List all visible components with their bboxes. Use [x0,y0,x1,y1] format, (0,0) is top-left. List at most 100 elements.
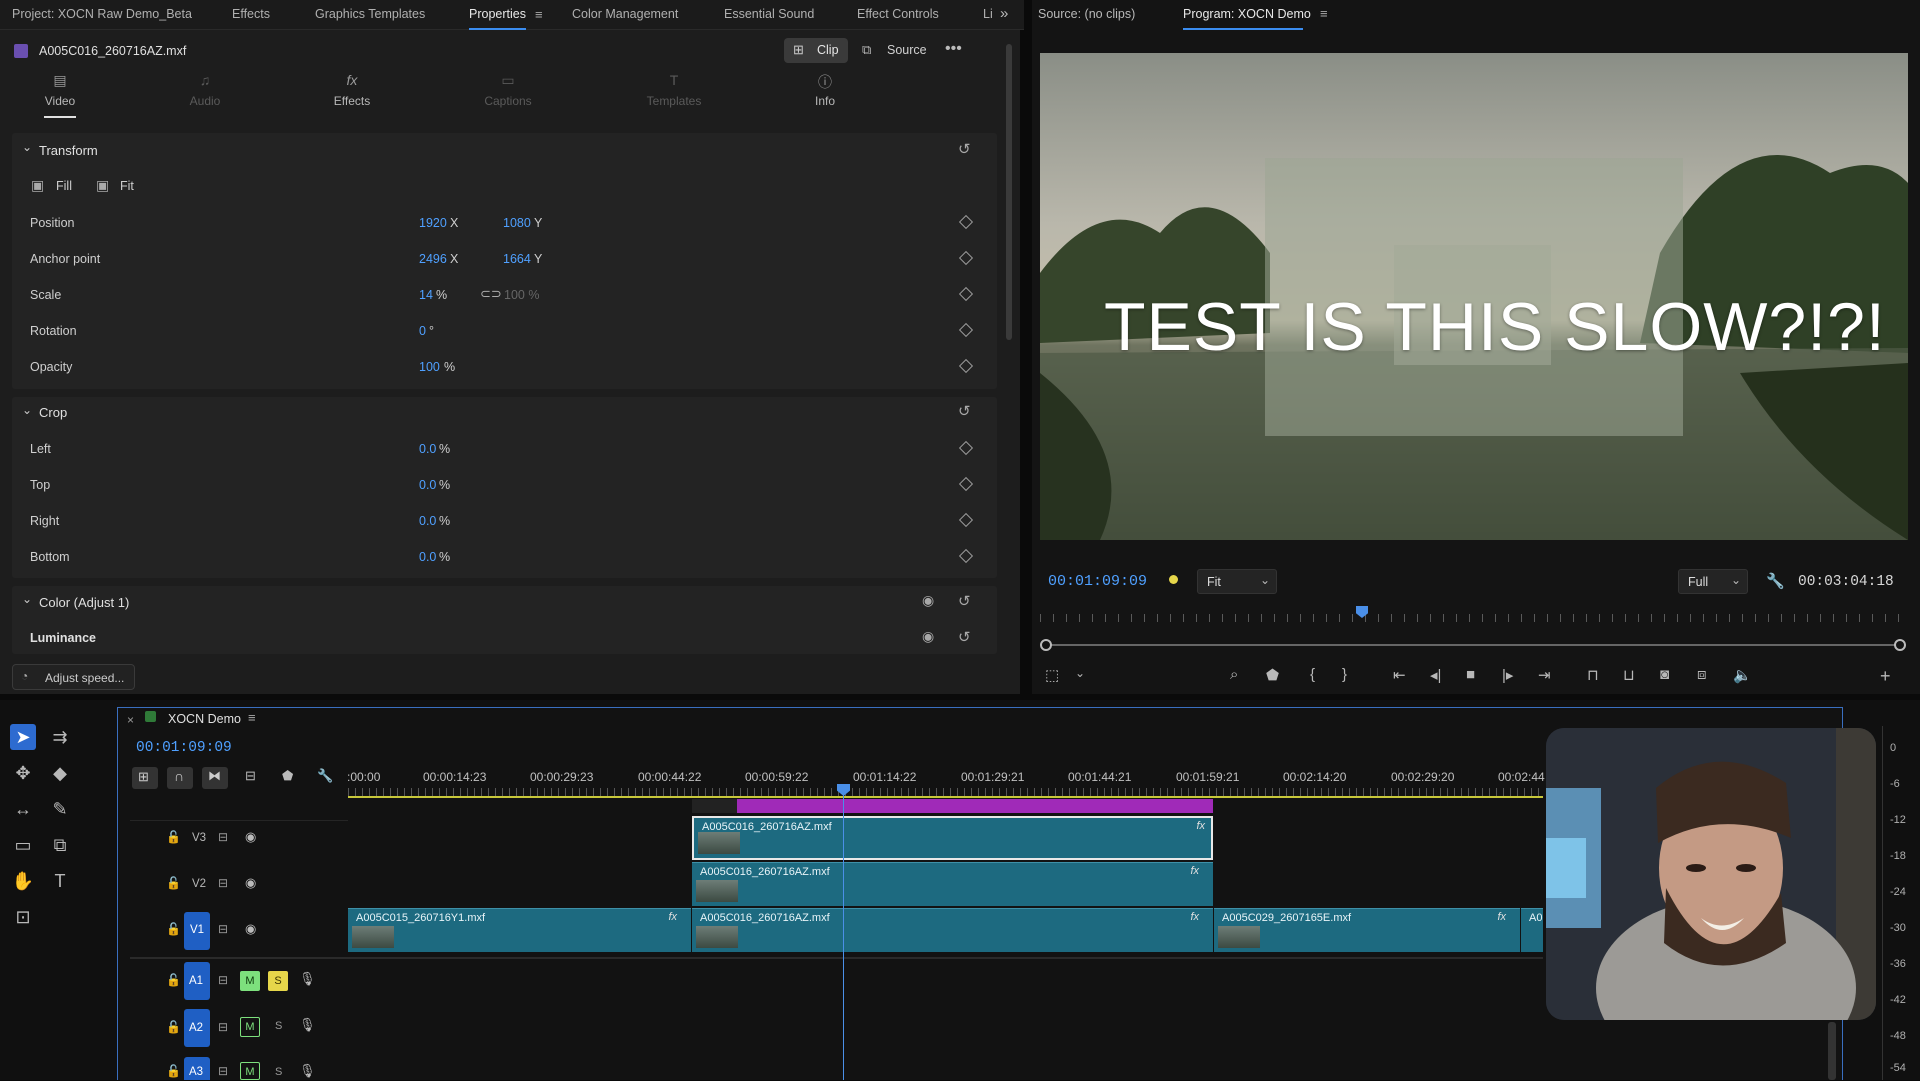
sync-lock-icon[interactable]: ⊟ [218,876,228,890]
tab-audio[interactable]: ♫ Audio [165,72,245,108]
fit-icon[interactable]: ▣ [96,177,109,194]
type-tool-icon[interactable]: T [47,868,73,894]
insert-nest-icon[interactable]: ⊞ [138,769,149,785]
rotation-value[interactable]: 0 [419,324,426,338]
sequence-menu-icon[interactable]: ≡ [248,710,256,725]
tab-info[interactable]: ⓘ Info [785,72,865,108]
playback-resolution-dropdown[interactable]: Full ⌄ [1678,569,1748,594]
insert-icon[interactable]: ⊓ [1587,666,1599,684]
sync-lock-icon[interactable]: ⊟ [218,1064,228,1078]
track-select-tool-icon[interactable]: ⇉ [47,724,73,750]
tab-properties[interactable]: Properties [469,7,526,30]
selection-tool-icon[interactable]: ➤ [10,724,36,750]
tab-effect-controls[interactable]: Effect Controls [857,7,939,21]
mark-in-icon[interactable]: { [1310,666,1315,683]
export-frame-camera-icon[interactable]: ◙ [1660,666,1669,683]
step-forward-icon[interactable]: |▸ [1502,666,1513,684]
go-to-out-icon[interactable]: ⇥ [1538,666,1551,684]
scale-value[interactable]: 14 [419,288,433,302]
captions-tool-icon[interactable]: ⊡ [10,904,36,930]
tab-source-monitor[interactable]: Source: (no clips) [1038,7,1135,21]
overwrite-icon[interactable]: ⊔ [1623,666,1635,684]
microphone-icon[interactable]: 🎙 [299,971,316,987]
tab-essential-sound[interactable]: Essential Sound [724,7,814,21]
crop-collapse-chevron-icon[interactable]: ⌄ [22,403,32,417]
add-button-icon[interactable]: + [1880,666,1891,687]
crop-reset-icon[interactable]: ↺ [958,402,971,420]
volume-icon[interactable]: 🔈 [1733,666,1752,684]
tab-program-monitor[interactable]: Program: XOCN Demo [1183,7,1311,21]
work-area-bar[interactable] [348,796,1543,798]
clip-button[interactable]: ⊞ Clip [784,38,848,63]
program-menu-icon[interactable]: ≡ [1320,6,1328,21]
eye-icon[interactable]: ◉ [245,921,256,937]
marker-icon[interactable]: ⬟ [282,768,293,784]
snap-magnet-icon[interactable]: ∩ [174,768,184,784]
comparison-view-icon[interactable]: ⧈ [1697,666,1707,683]
timeline-clip-v1-a[interactable]: A005C015_260716Y1.mxf fx [348,908,691,952]
fit-label[interactable]: Fit [120,179,134,193]
transform-reset-icon[interactable]: ↺ [958,140,971,158]
add-marker-icon[interactable]: ⊟ [245,768,256,784]
color-collapse-chevron-icon[interactable]: ⌄ [22,592,32,606]
sync-lock-icon[interactable]: ⊟ [218,973,228,987]
wrench-icon[interactable]: 🔧 [1766,572,1785,590]
opacity-value[interactable]: 100 [419,360,440,374]
tab-effects[interactable]: Effects [232,7,270,21]
timeline-clip-v1-b[interactable]: A005C016_260716AZ.mxf fx [692,908,1213,952]
sync-lock-icon[interactable]: ⊟ [218,830,228,844]
safe-margins-icon[interactable]: ⬚ [1045,666,1059,684]
tab-project[interactable]: Project: XOCN Raw Demo_Beta [12,7,192,21]
crop-top-value[interactable]: 0.0 [419,478,436,492]
eye-icon[interactable]: ◉ [245,875,256,891]
tab-video[interactable]: ▤ Video [20,72,100,108]
color-visibility-eye-icon[interactable]: ◉ [922,592,934,609]
timeline-timecode[interactable]: 00:01:09:09 [136,740,232,756]
overflow-chevron-icon[interactable]: » [1000,5,1008,22]
add-marker-icon[interactable]: ⬟ [1266,666,1279,684]
step-back-icon[interactable]: ◂| [1430,666,1441,684]
solo-button-a3[interactable]: S [275,1066,282,1078]
solo-button-a2[interactable]: S [275,1020,282,1032]
transform-collapse-chevron-icon[interactable]: ⌄ [22,140,32,154]
ripple-edit-tool-icon[interactable]: ✥ [10,760,36,786]
chevron-down-icon[interactable]: ⌄ [1075,666,1085,680]
zoom-fit-dropdown[interactable]: Fit ⌄ [1197,569,1277,594]
timeline-vertical-scrollbar[interactable] [1828,1022,1836,1080]
timeline-clip-v1-d[interactable]: A0 [1521,908,1543,952]
more-options-icon[interactable]: ••• [945,40,962,58]
anchor-y-value[interactable]: 1664 [503,252,531,266]
tab-templates[interactable]: T Templates [634,72,714,108]
program-video-frame[interactable]: TEST IS THIS SLOW?!?! [1040,53,1908,540]
lock-icon[interactable]: 🔓 [166,1064,181,1078]
sync-lock-icon[interactable]: ⊟ [218,922,228,936]
luminance-visibility-eye-icon[interactable]: ◉ [922,628,934,645]
monitor-time-ruler[interactable] [1040,614,1906,622]
tab-captions[interactable]: ▭ Captions [468,72,548,108]
panel-menu-icon[interactable]: ≡ [535,7,543,22]
linked-selection-icon[interactable]: ⧓ [208,768,221,784]
sequence-name[interactable]: XOCN Demo [168,712,241,726]
zoom-handle-right[interactable] [1894,639,1906,651]
close-sequence-icon[interactable]: × [127,713,134,727]
timeline-ruler[interactable] [348,788,1543,796]
microphone-icon[interactable]: 🎙 [299,1017,316,1033]
fill-label[interactable]: Fill [56,179,72,193]
lock-icon[interactable]: 🔓 [166,922,181,936]
microphone-icon[interactable]: 🎙 [299,1063,316,1079]
mark-out-icon[interactable]: } [1342,666,1347,683]
lock-icon[interactable]: 🔓 [166,830,181,844]
crop-bottom-value[interactable]: 0.0 [419,550,436,564]
crop-left-value[interactable]: 0.0 [419,442,436,456]
tab-color-management[interactable]: Color Management [572,7,678,21]
fill-icon[interactable]: ▣ [31,177,44,194]
crop-right-value[interactable]: 0.0 [419,514,436,528]
eye-icon[interactable]: ◉ [245,829,256,845]
position-y-value[interactable]: 1080 [503,216,531,230]
timeline-clip-v3[interactable]: A005C016_260716AZ.mxf fx [692,816,1213,860]
timeline-clip-v1-c[interactable]: A005C029_2607165E.mxf fx [1214,908,1520,952]
link-icon[interactable]: ⊂⊃ [480,286,502,302]
sync-lock-icon[interactable]: ⊟ [218,1020,228,1034]
position-x-value[interactable]: 1920 [419,216,447,230]
mute-button-a3[interactable]: M [240,1062,260,1080]
